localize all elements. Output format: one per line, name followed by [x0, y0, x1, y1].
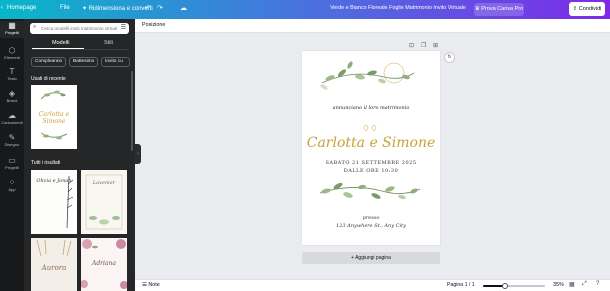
chip-invite[interactable]: Invito cu — [101, 57, 130, 67]
collapse-panel-handle[interactable]: ‹ — [135, 144, 141, 164]
add-page-button[interactable]: + Aggiungi pagina — [302, 252, 440, 264]
rail-item-projects[interactable]: ▦ Progetti — [0, 21, 24, 38]
lock-icon[interactable]: ⊡ — [409, 42, 414, 49]
brand-icon: ◈ — [8, 89, 16, 98]
undo-icon[interactable]: ↶ — [145, 4, 151, 12]
rail-label: Progetti — [5, 30, 19, 35]
homepage-link[interactable]: Homepage — [7, 5, 36, 11]
search-box[interactable]: ⌕ ☰ — [30, 23, 129, 34]
recent-template-thumb[interactable]: Carlotta e Simone — [31, 85, 77, 149]
resize-icon: ✦ — [82, 6, 89, 12]
chevron-left-icon[interactable]: ‹ — [1, 5, 3, 11]
rail-item-uploads[interactable]: ☁ Caricamenti — [0, 111, 24, 127]
refresh-icon[interactable]: ↻ — [444, 52, 455, 63]
context-toolbar: Posizione — [135, 19, 610, 33]
thumb-title: Adriana — [92, 260, 116, 267]
bottom-bar: ☰ Note Pagina 1 / 1 35% ▦ ⤢ ? — [135, 279, 610, 291]
resize-label: Ridimensiona e converti — [88, 6, 153, 12]
rail-label: Disegno — [4, 142, 20, 147]
rail-label: Brand — [6, 98, 18, 103]
templates-panel: ⌕ ☰ Modelli Stili Compleanno Battesimo I… — [24, 19, 135, 291]
apps-icon: ⁘ — [8, 178, 16, 187]
rail-item-folders[interactable]: ▭ Progetti — [0, 156, 24, 172]
all-results-title: Tutti i risultati — [31, 160, 61, 166]
invite-date[interactable]: SABATO 21 SETTEMBRE 2025 — [302, 160, 440, 166]
search-input[interactable] — [41, 24, 117, 33]
notes-label: Note — [148, 282, 160, 288]
try-pro-label: Prova Canva Pro — [481, 6, 524, 12]
invite-place[interactable]: presso — [302, 215, 440, 221]
cloud-save-icon[interactable]: ☁ — [180, 4, 187, 12]
rail-label: Progetti — [5, 165, 19, 170]
rail-item-brand[interactable]: ◈ Brand — [0, 89, 24, 105]
grid-icon: ▦ — [8, 21, 16, 30]
rail-label: App — [8, 187, 16, 192]
invite-subtitle[interactable]: annunciano il loro matrimonio — [302, 105, 440, 111]
filter-icon[interactable]: ☰ — [121, 24, 126, 31]
panel-scrollbar[interactable] — [131, 71, 133, 151]
position-button[interactable]: Posizione — [142, 22, 165, 28]
thumb-title: Carlotta e Simone — [38, 111, 70, 125]
resize-button[interactable]: ✦ Ridimensiona e converti — [82, 5, 153, 12]
result-template-thumb[interactable]: Aurora — [31, 238, 77, 291]
thumb-title: Lavenier — [92, 180, 116, 186]
shapes-icon: ⬡ — [8, 46, 16, 55]
try-pro-button[interactable]: ♛ Prova Canva Pro — [474, 3, 524, 16]
rail-label: Caricamenti — [1, 120, 23, 125]
grid-view-icon[interactable]: ▦ — [569, 281, 575, 288]
draw-icon: ✎ — [8, 133, 16, 142]
folder-icon: ▭ — [8, 156, 16, 165]
chip-birthday[interactable]: Compleanno — [31, 57, 67, 67]
tab-divider — [32, 49, 129, 50]
zoom-level[interactable]: 35% — [553, 282, 564, 288]
result-template-thumb[interactable]: Olivia e Jonah — [31, 170, 77, 234]
redo-icon[interactable]: ↷ — [157, 4, 163, 12]
result-template-thumb[interactable]: Lavenier — [81, 170, 127, 234]
tab-styles[interactable]: Stili — [104, 40, 113, 46]
thumb-title: Aurora — [41, 264, 67, 272]
notes-button[interactable]: ☰ Note — [142, 282, 160, 288]
tab-models[interactable]: Modelli — [52, 40, 69, 46]
zoom-slider-knob[interactable] — [501, 283, 508, 289]
share-button[interactable]: ⇪ Condividi — [569, 2, 605, 16]
rail-item-elements[interactable]: ⬡ Elementi — [0, 46, 24, 62]
rail-label: Testo — [7, 76, 17, 81]
rail-item-apps[interactable]: ⁘ App — [0, 178, 24, 194]
invite-names[interactable]: Carlotta e Simone — [302, 135, 440, 151]
search-icon: ⌕ — [33, 24, 37, 30]
upload-icon: ☁ — [8, 111, 16, 120]
rail-item-text[interactable]: T Testo — [0, 67, 24, 83]
invite-time[interactable]: DALLE ORE 10:30 — [302, 168, 440, 174]
document-title[interactable]: Verde e Bianco Floreale Foglie Matrimoni… — [330, 5, 466, 11]
file-menu[interactable]: File — [60, 5, 70, 11]
add-page-icon[interactable]: ⊞ — [433, 42, 438, 49]
invite-address[interactable]: 123 Anywhere St., Any City — [302, 223, 440, 229]
design-page[interactable]: annunciano il loro matrimonio Carlotta e… — [302, 51, 440, 245]
zoom-slider[interactable] — [483, 283, 545, 289]
recent-section-title: Usati di recente — [31, 76, 66, 82]
left-rail: ▦ Progetti ⬡ Elementi T Testo ◈ Brand ☁ … — [0, 19, 24, 291]
rail-label: Elementi — [4, 55, 20, 60]
page-indicator[interactable]: Pagina 1 / 1 — [447, 282, 475, 288]
fullscreen-icon[interactable]: ⤢ — [582, 281, 587, 288]
text-icon: T — [9, 67, 15, 76]
duplicate-page-icon[interactable]: ❐ — [421, 42, 426, 49]
chip-baptism[interactable]: Battesimo — [69, 57, 99, 67]
share-label: Condividi — [578, 6, 602, 12]
thumb-title: Olivia e Jonah — [36, 178, 72, 184]
help-icon[interactable]: ? — [596, 281, 599, 287]
rail-item-draw[interactable]: ✎ Disegno — [0, 133, 24, 149]
result-template-thumb[interactable]: Adriana — [81, 238, 127, 291]
top-bar: ‹ Homepage File ✦ Ridimensiona e convert… — [0, 0, 610, 19]
